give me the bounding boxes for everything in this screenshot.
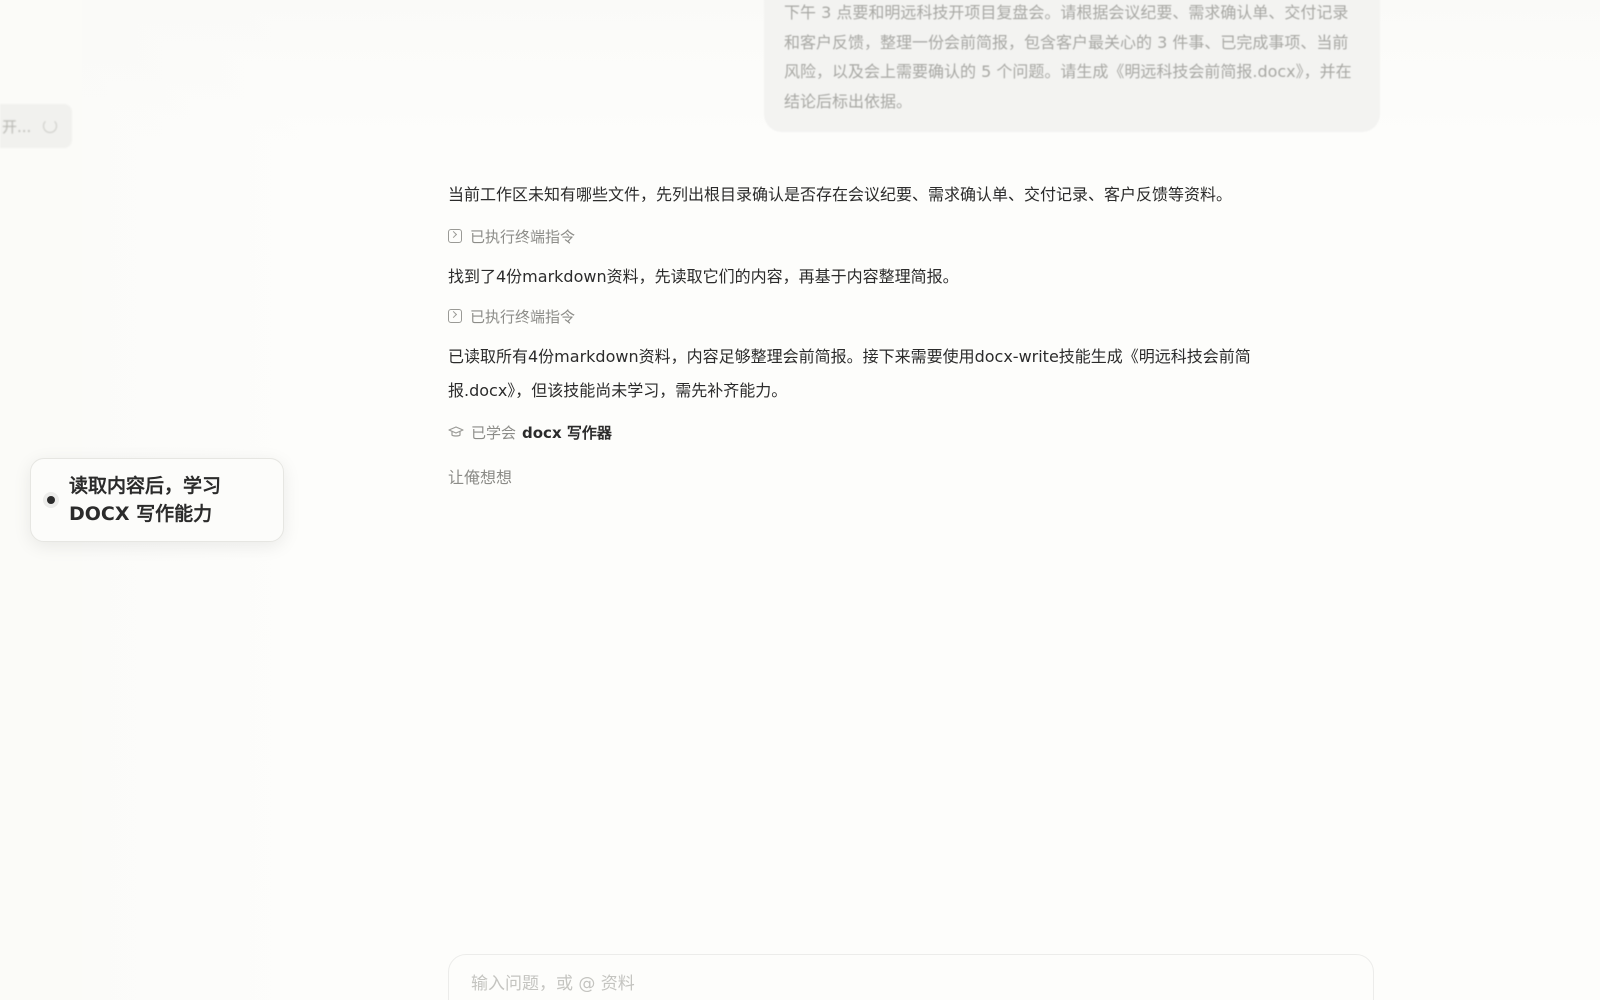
skill-learned-line[interactable]: 已学会 docx 写作器 (448, 420, 1328, 444)
skill-name: docx 写作器 (522, 423, 612, 442)
tooltip-text: 读取内容后，学习 DOCX 写作能力 (69, 475, 222, 525)
thinking-status: 让俺想想 (448, 468, 513, 487)
sidebar-item-active[interactable]: 开... (0, 104, 72, 148)
chat-input-container[interactable] (448, 954, 1374, 1000)
step-tooltip: 读取内容后，学习 DOCX 写作能力 (30, 458, 284, 542)
terminal-icon (448, 229, 462, 243)
user-message-bubble: 下午 3 点要和明远科技开项目复盘会。请根据会议纪要、需求确认单、交付记录和客户… (764, 0, 1380, 132)
assistant-message: 找到了4份markdown资料，先读取它们的内容，再基于内容整理简报。 (448, 267, 959, 286)
assistant-message: 已读取所有4份markdown资料，内容足够整理会前简报。接下来需要使用docx… (448, 347, 1251, 400)
tool-call-label: 已执行终端指令 (470, 227, 576, 246)
assistant-response: 当前工作区未知有哪些文件，先列出根目录确认是否存在会议纪要、需求确认单、交付记录… (448, 178, 1328, 488)
chat-input[interactable] (469, 973, 1357, 995)
graduation-cap-icon (448, 426, 464, 437)
app-window: 开... 下午 3 点要和明远科技开项目复盘会。请根据会议纪要、需求确认单、交付… (0, 0, 1600, 1000)
bullet-dot-icon (47, 496, 55, 504)
tool-call-terminal[interactable]: 已执行终端指令 (448, 224, 1328, 248)
assistant-message: 当前工作区未知有哪些文件，先列出根目录确认是否存在会议纪要、需求确认单、交付记录… (448, 185, 1233, 204)
terminal-icon (448, 309, 462, 323)
loading-spinner-icon (43, 119, 58, 133)
user-message-text: 下午 3 点要和明远科技开项目复盘会。请根据会议纪要、需求确认单、交付记录和客户… (784, 3, 1352, 111)
sidebar-item-label: 开... (2, 117, 32, 136)
skill-learned-prefix: 已学会 (471, 423, 517, 442)
tool-call-terminal[interactable]: 已执行终端指令 (448, 304, 1328, 328)
tool-call-label: 已执行终端指令 (470, 307, 576, 326)
